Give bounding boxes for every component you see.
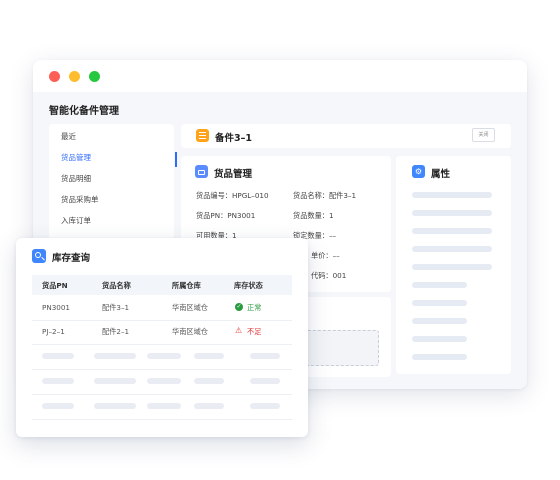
properties-card: ⚙ 属性 bbox=[396, 156, 511, 374]
placeholder-cell bbox=[250, 353, 280, 359]
placeholder-cell bbox=[42, 378, 74, 384]
sidebar: 最近 货品管理 货品明细 货品采购单 入库订单 bbox=[49, 124, 177, 244]
placeholder-line bbox=[412, 246, 492, 252]
field-name: 货品名称：配件3–1 bbox=[293, 191, 357, 200]
cell-name: 配件3–1 bbox=[102, 303, 130, 312]
placeholder-cell bbox=[94, 353, 136, 359]
divider bbox=[32, 344, 292, 345]
field-code2: 代码：001 bbox=[311, 271, 347, 280]
divider bbox=[32, 419, 292, 420]
active-indicator bbox=[175, 152, 177, 167]
placeholder-line bbox=[412, 210, 492, 216]
placeholder-cell bbox=[250, 403, 280, 409]
cell-name: 配件2–1 bbox=[102, 327, 130, 336]
sidebar-item-label: 货品明细 bbox=[61, 174, 91, 183]
field-pn: 货品PN：PN3001 bbox=[196, 211, 256, 220]
placeholder-line bbox=[412, 282, 467, 288]
placeholder-cell bbox=[194, 378, 224, 384]
box-icon bbox=[195, 165, 208, 178]
placeholder-cell bbox=[147, 353, 181, 359]
detail-header: 备件3–1 关闭 bbox=[181, 124, 511, 148]
cell-status: 正常 bbox=[247, 303, 262, 312]
title-bar bbox=[33, 60, 527, 92]
divider bbox=[32, 394, 292, 395]
alarm-icon: ⚠ bbox=[235, 326, 243, 335]
sidebar-item-purchase-order[interactable]: 货品采购单 bbox=[49, 190, 174, 210]
app-title: 智能化备件管理 bbox=[49, 106, 119, 117]
sidebar-item-goods-detail[interactable]: 货品明细 bbox=[49, 169, 174, 189]
maximize-window-button[interactable] bbox=[89, 71, 100, 82]
cell-status: 不足 bbox=[247, 327, 262, 336]
column-header-pn[interactable]: 货品PN bbox=[42, 281, 68, 291]
column-header-status[interactable]: 库存状态 bbox=[234, 281, 263, 291]
cell-pn: PN3001 bbox=[42, 303, 71, 312]
gear-icon: ⚙ bbox=[412, 165, 425, 178]
sidebar-item-recent[interactable]: 最近 bbox=[49, 127, 174, 147]
cell-warehouse: 华南区域仓 bbox=[172, 303, 208, 312]
divider bbox=[32, 320, 292, 321]
divider bbox=[32, 369, 292, 370]
cell-warehouse: 华南区域仓 bbox=[172, 327, 208, 336]
inventory-title: 库存查询 bbox=[52, 253, 91, 264]
inventory-window: 库存查询 货品PN 货品名称 所属仓库 库存状态 PN3001 配件3–1 华南… bbox=[16, 238, 308, 437]
properties-title: 属性 bbox=[431, 169, 451, 180]
sidebar-item-inbound-order[interactable]: 入库订单 bbox=[49, 211, 174, 231]
sidebar-item-label: 货品采购单 bbox=[61, 195, 99, 204]
placeholder-cell bbox=[194, 403, 224, 409]
placeholder-cell bbox=[147, 403, 181, 409]
sidebar-item-label: 入库订单 bbox=[61, 216, 91, 225]
placeholder-line bbox=[412, 192, 492, 198]
placeholder-line bbox=[412, 318, 467, 324]
stage: 智能化备件管理 最近 货品管理 货品明细 货品采购单 入库订单 备件3–1 关闭… bbox=[0, 0, 560, 480]
check-circle-icon: ✓ bbox=[235, 303, 243, 311]
table-header: 货品PN 货品名称 所属仓库 库存状态 bbox=[32, 275, 292, 295]
field-code: 货品编号：HPGL–010 bbox=[196, 191, 269, 200]
sidebar-item-label: 最近 bbox=[61, 132, 76, 141]
placeholder-cell bbox=[42, 403, 74, 409]
field-price: 单价：–– bbox=[311, 251, 340, 260]
close-window-button[interactable] bbox=[49, 71, 60, 82]
placeholder-cell bbox=[147, 378, 181, 384]
detail-title: 备件3–1 bbox=[215, 133, 252, 144]
placeholder-cell bbox=[94, 378, 136, 384]
column-header-name[interactable]: 货品名称 bbox=[102, 281, 131, 291]
minimize-window-button[interactable] bbox=[69, 71, 80, 82]
list-icon bbox=[196, 129, 209, 142]
goods-card-title: 货品管理 bbox=[214, 169, 253, 180]
placeholder-cell bbox=[94, 403, 136, 409]
placeholder-cell bbox=[42, 353, 74, 359]
placeholder-cell bbox=[194, 353, 224, 359]
placeholder-line bbox=[412, 228, 492, 234]
placeholder-line bbox=[412, 264, 492, 270]
sidebar-item-label: 货品管理 bbox=[61, 153, 91, 162]
close-button[interactable]: 关闭 bbox=[472, 128, 495, 142]
placeholder-line bbox=[412, 354, 467, 360]
sidebar-item-goods-management[interactable]: 货品管理 bbox=[49, 148, 177, 168]
column-header-warehouse[interactable]: 所属仓库 bbox=[172, 281, 201, 291]
placeholder-cell bbox=[250, 378, 280, 384]
field-qty: 货品数量：1 bbox=[293, 211, 334, 220]
search-icon bbox=[32, 249, 46, 263]
cell-pn: PJ–2–1 bbox=[42, 327, 65, 336]
placeholder-line bbox=[412, 300, 467, 306]
placeholder-line bbox=[412, 336, 467, 342]
